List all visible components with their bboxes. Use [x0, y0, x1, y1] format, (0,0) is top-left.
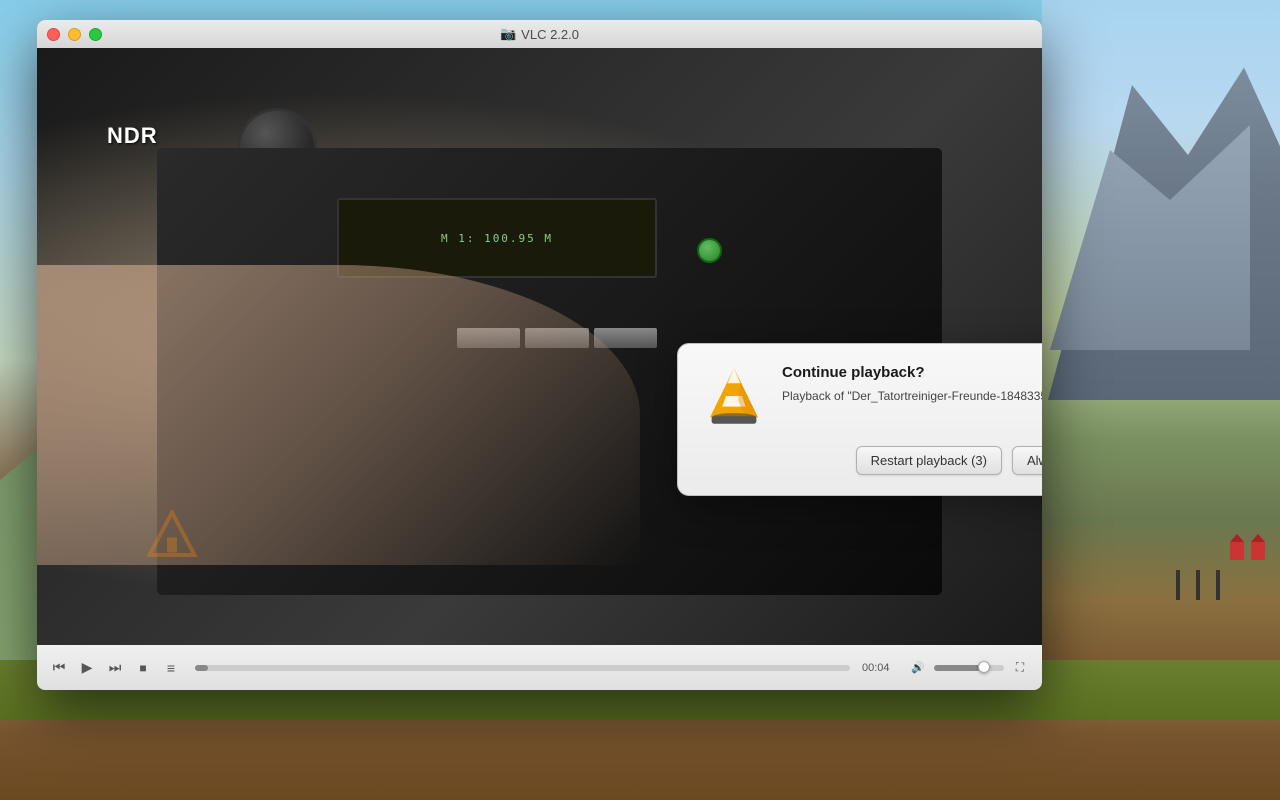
building — [1251, 542, 1265, 560]
fullscreen-button[interactable]: ⛶ — [1008, 656, 1032, 680]
dialog-text-area: Continue playback? Playback of "Der_Tato… — [782, 364, 1042, 405]
progress-bar[interactable] — [195, 665, 850, 671]
desktop-bottom-scenery — [0, 690, 1280, 800]
fence-post-2 — [1196, 570, 1200, 600]
always-continue-button[interactable]: Always continue — [1012, 446, 1042, 475]
fence-post-1 — [1216, 570, 1220, 600]
controls-bar: ⏮ ▶ ⏭ ■ ≡ 00:04 🔊 — [37, 645, 1042, 690]
progress-fill — [195, 665, 208, 671]
video-area[interactable]: NDR M 1: 100.95 M — [37, 48, 1042, 645]
traffic-lights — [47, 28, 102, 41]
ndr-logo: NDR — [107, 123, 158, 149]
volume-slider[interactable] — [934, 665, 1004, 671]
vlc-cone-icon — [702, 364, 766, 428]
dialog-title: Continue playback? — [782, 364, 1042, 381]
volume-fill — [934, 665, 980, 671]
fence-post-3 — [1176, 570, 1180, 600]
close-button[interactable] — [47, 28, 60, 41]
stop-button[interactable]: ■ — [131, 656, 155, 680]
vlc-title-icon: 📷 — [500, 26, 516, 42]
maximize-button[interactable] — [89, 28, 102, 41]
play-pause-button[interactable]: ▶ — [75, 656, 99, 680]
hand-overlay — [37, 265, 640, 565]
volume-knob[interactable] — [978, 661, 990, 673]
volume-icon: 🔊 — [911, 661, 925, 674]
stop-icon: ■ — [139, 661, 146, 675]
playlist-icon: ≡ — [167, 660, 175, 676]
building-2 — [1230, 542, 1244, 560]
playlist-button[interactable]: ≡ — [159, 656, 183, 680]
fast-forward-icon: ⏭ — [109, 659, 122, 676]
rewind-button[interactable]: ⏮ — [47, 656, 71, 680]
restart-playback-button[interactable]: Restart playback (3) — [856, 446, 1002, 475]
dialog-content: Continue playback? Playback of "Der_Tato… — [702, 364, 1042, 428]
minimize-button[interactable] — [68, 28, 81, 41]
rewind-icon: ⏮ — [53, 659, 66, 676]
dialog-message: Playback of "Der_Tatortreiniger-Freunde-… — [782, 387, 1042, 405]
continue-playback-dialog: Continue playback? Playback of "Der_Tato… — [677, 343, 1042, 496]
desktop: 📷 VLC 2.2.0 NDR M 1: 100.95 M — [0, 0, 1280, 800]
fast-forward-button[interactable]: ⏭ — [103, 656, 127, 680]
vlc-window: 📷 VLC 2.2.0 NDR M 1: 100.95 M — [37, 20, 1042, 690]
play-icon: ▶ — [82, 659, 93, 676]
window-title: VLC 2.2.0 — [521, 27, 579, 42]
volume-icon-button[interactable]: 🔊 — [906, 656, 930, 680]
fullscreen-icon: ⛶ — [1016, 660, 1024, 675]
building-roof — [1251, 534, 1265, 542]
title-bar-title: 📷 VLC 2.2.0 — [500, 26, 579, 42]
dialog-buttons: Restart playback (3) Always continue Con… — [702, 446, 1042, 475]
green-knob — [697, 238, 722, 263]
vlc-watermark — [147, 510, 197, 565]
time-display: 00:04 — [862, 662, 902, 674]
title-bar: 📷 VLC 2.2.0 — [37, 20, 1042, 48]
radio-display-text: M 1: 100.95 M — [441, 232, 553, 245]
building-roof-2 — [1230, 534, 1244, 542]
